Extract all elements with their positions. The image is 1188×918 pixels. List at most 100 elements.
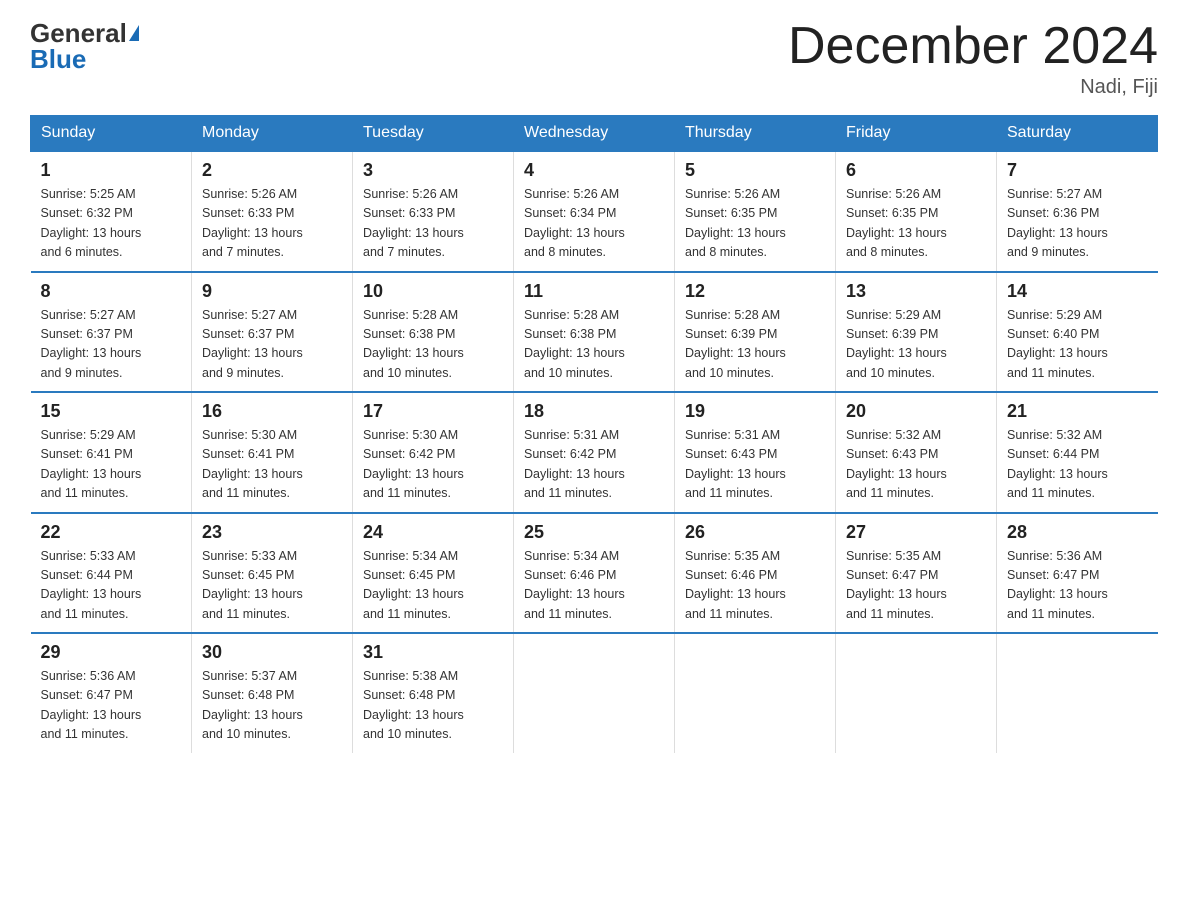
calendar-week-row: 29Sunrise: 5:36 AMSunset: 6:47 PMDayligh… [31, 633, 1158, 753]
day-info: Sunrise: 5:28 AMSunset: 6:38 PMDaylight:… [524, 306, 664, 384]
calendar-day-cell: 6 Sunrise: 5:26 AMSunset: 6:35 PMDaylight… [836, 151, 997, 272]
day-info: Sunrise: 5:32 AMSunset: 6:43 PMDaylight:… [846, 426, 986, 504]
calendar-day-cell: 26Sunrise: 5:35 AMSunset: 6:46 PMDayligh… [675, 513, 836, 634]
calendar-day-cell [836, 633, 997, 753]
day-number: 14 [1007, 281, 1148, 302]
day-info: Sunrise: 5:26 AMSunset: 6:33 PMDaylight:… [363, 185, 503, 263]
calendar-day-cell: 14Sunrise: 5:29 AMSunset: 6:40 PMDayligh… [997, 272, 1158, 393]
day-info: Sunrise: 5:29 AMSunset: 6:39 PMDaylight:… [846, 306, 986, 384]
logo: General Blue [30, 20, 139, 73]
day-number: 10 [363, 281, 503, 302]
title-area: December 2024 Nadi, Fiji [788, 20, 1158, 99]
calendar-day-cell: 24Sunrise: 5:34 AMSunset: 6:45 PMDayligh… [353, 513, 514, 634]
day-number: 28 [1007, 522, 1148, 543]
calendar-day-cell: 27Sunrise: 5:35 AMSunset: 6:47 PMDayligh… [836, 513, 997, 634]
day-number: 24 [363, 522, 503, 543]
calendar-day-cell: 15 Sunrise: 5:29 AMSunset: 6:41 PMDayligh… [31, 392, 192, 513]
day-number: 23 [202, 522, 342, 543]
day-of-week-header: Thursday [675, 116, 836, 152]
calendar-day-cell: 18 Sunrise: 5:31 AMSunset: 6:42 PMDayligh… [514, 392, 675, 513]
day-of-week-header: Sunday [31, 116, 192, 152]
calendar-day-cell: 1 Sunrise: 5:25 AMSunset: 6:32 PMDaylight… [31, 151, 192, 272]
calendar-day-cell: 29Sunrise: 5:36 AMSunset: 6:47 PMDayligh… [31, 633, 192, 753]
day-info: Sunrise: 5:27 AMSunset: 6:36 PMDaylight:… [1007, 185, 1148, 263]
calendar-table: SundayMondayTuesdayWednesdayThursdayFrid… [30, 115, 1158, 753]
day-number: 17 [363, 401, 503, 422]
day-of-week-header: Tuesday [353, 116, 514, 152]
day-number: 6 [846, 160, 986, 181]
day-info: Sunrise: 5:34 AMSunset: 6:46 PMDaylight:… [524, 547, 664, 625]
day-info: Sunrise: 5:31 AMSunset: 6:43 PMDaylight:… [685, 426, 825, 504]
calendar-day-cell: 9 Sunrise: 5:27 AMSunset: 6:37 PMDaylight… [192, 272, 353, 393]
calendar-day-cell: 10 Sunrise: 5:28 AMSunset: 6:38 PMDayligh… [353, 272, 514, 393]
calendar-day-cell: 21 Sunrise: 5:32 AMSunset: 6:44 PMDayligh… [997, 392, 1158, 513]
day-info: Sunrise: 5:36 AMSunset: 6:47 PMDaylight:… [41, 667, 182, 745]
day-info: Sunrise: 5:26 AMSunset: 6:33 PMDaylight:… [202, 185, 342, 263]
calendar-day-cell: 2 Sunrise: 5:26 AMSunset: 6:33 PMDaylight… [192, 151, 353, 272]
calendar-day-cell: 4 Sunrise: 5:26 AMSunset: 6:34 PMDaylight… [514, 151, 675, 272]
day-info: Sunrise: 5:30 AMSunset: 6:42 PMDaylight:… [363, 426, 503, 504]
calendar-day-cell: 16 Sunrise: 5:30 AMSunset: 6:41 PMDayligh… [192, 392, 353, 513]
day-number: 16 [202, 401, 342, 422]
calendar-day-cell: 13Sunrise: 5:29 AMSunset: 6:39 PMDayligh… [836, 272, 997, 393]
calendar-day-cell: 20Sunrise: 5:32 AMSunset: 6:43 PMDayligh… [836, 392, 997, 513]
day-number: 1 [41, 160, 182, 181]
day-info: Sunrise: 5:26 AMSunset: 6:34 PMDaylight:… [524, 185, 664, 263]
day-info: Sunrise: 5:30 AMSunset: 6:41 PMDaylight:… [202, 426, 342, 504]
day-info: Sunrise: 5:31 AMSunset: 6:42 PMDaylight:… [524, 426, 664, 504]
calendar-day-cell: 3Sunrise: 5:26 AMSunset: 6:33 PMDaylight… [353, 151, 514, 272]
calendar-day-cell [675, 633, 836, 753]
day-of-week-header: Monday [192, 116, 353, 152]
day-info: Sunrise: 5:36 AMSunset: 6:47 PMDaylight:… [1007, 547, 1148, 625]
month-title: December 2024 [788, 20, 1158, 72]
day-number: 15 [41, 401, 182, 422]
logo-general-text: General [30, 20, 127, 46]
day-info: Sunrise: 5:29 AMSunset: 6:41 PMDaylight:… [41, 426, 182, 504]
day-number: 22 [41, 522, 182, 543]
day-info: Sunrise: 5:33 AMSunset: 6:45 PMDaylight:… [202, 547, 342, 625]
calendar-day-cell: 11Sunrise: 5:28 AMSunset: 6:38 PMDayligh… [514, 272, 675, 393]
calendar-week-row: 15 Sunrise: 5:29 AMSunset: 6:41 PMDayligh… [31, 392, 1158, 513]
calendar-day-cell [514, 633, 675, 753]
calendar-day-cell: 30 Sunrise: 5:37 AMSunset: 6:48 PMDayligh… [192, 633, 353, 753]
calendar-day-cell: 17 Sunrise: 5:30 AMSunset: 6:42 PMDayligh… [353, 392, 514, 513]
page-header: General Blue December 2024 Nadi, Fiji [30, 20, 1158, 99]
calendar-day-cell: 31Sunrise: 5:38 AMSunset: 6:48 PMDayligh… [353, 633, 514, 753]
calendar-week-row: 1 Sunrise: 5:25 AMSunset: 6:32 PMDaylight… [31, 151, 1158, 272]
day-info: Sunrise: 5:28 AMSunset: 6:39 PMDaylight:… [685, 306, 825, 384]
day-number: 18 [524, 401, 664, 422]
day-info: Sunrise: 5:26 AMSunset: 6:35 PMDaylight:… [846, 185, 986, 263]
day-of-week-header: Wednesday [514, 116, 675, 152]
day-number: 21 [1007, 401, 1148, 422]
day-info: Sunrise: 5:28 AMSunset: 6:38 PMDaylight:… [363, 306, 503, 384]
day-number: 27 [846, 522, 986, 543]
day-number: 25 [524, 522, 664, 543]
calendar-day-cell: 5Sunrise: 5:26 AMSunset: 6:35 PMDaylight… [675, 151, 836, 272]
day-number: 26 [685, 522, 825, 543]
day-number: 9 [202, 281, 342, 302]
day-number: 30 [202, 642, 342, 663]
day-info: Sunrise: 5:27 AMSunset: 6:37 PMDaylight:… [202, 306, 342, 384]
calendar-day-cell: 7 Sunrise: 5:27 AMSunset: 6:36 PMDaylight… [997, 151, 1158, 272]
calendar-day-cell: 22Sunrise: 5:33 AMSunset: 6:44 PMDayligh… [31, 513, 192, 634]
day-number: 5 [685, 160, 825, 181]
day-info: Sunrise: 5:27 AMSunset: 6:37 PMDaylight:… [41, 306, 182, 384]
calendar-week-row: 8Sunrise: 5:27 AMSunset: 6:37 PMDaylight… [31, 272, 1158, 393]
location-text: Nadi, Fiji [788, 76, 1158, 99]
calendar-week-row: 22Sunrise: 5:33 AMSunset: 6:44 PMDayligh… [31, 513, 1158, 634]
calendar-day-cell: 12Sunrise: 5:28 AMSunset: 6:39 PMDayligh… [675, 272, 836, 393]
calendar-day-cell: 28 Sunrise: 5:36 AMSunset: 6:47 PMDayligh… [997, 513, 1158, 634]
calendar-day-cell: 19Sunrise: 5:31 AMSunset: 6:43 PMDayligh… [675, 392, 836, 513]
day-number: 2 [202, 160, 342, 181]
day-info: Sunrise: 5:38 AMSunset: 6:48 PMDaylight:… [363, 667, 503, 745]
day-info: Sunrise: 5:25 AMSunset: 6:32 PMDaylight:… [41, 185, 182, 263]
day-number: 4 [524, 160, 664, 181]
day-info: Sunrise: 5:37 AMSunset: 6:48 PMDaylight:… [202, 667, 342, 745]
calendar-day-cell: 25 Sunrise: 5:34 AMSunset: 6:46 PMDayligh… [514, 513, 675, 634]
calendar-day-cell: 8Sunrise: 5:27 AMSunset: 6:37 PMDaylight… [31, 272, 192, 393]
day-of-week-header: Saturday [997, 116, 1158, 152]
day-number: 7 [1007, 160, 1148, 181]
logo-triangle-icon [129, 25, 139, 41]
calendar-header-row: SundayMondayTuesdayWednesdayThursdayFrid… [31, 116, 1158, 152]
day-info: Sunrise: 5:32 AMSunset: 6:44 PMDaylight:… [1007, 426, 1148, 504]
